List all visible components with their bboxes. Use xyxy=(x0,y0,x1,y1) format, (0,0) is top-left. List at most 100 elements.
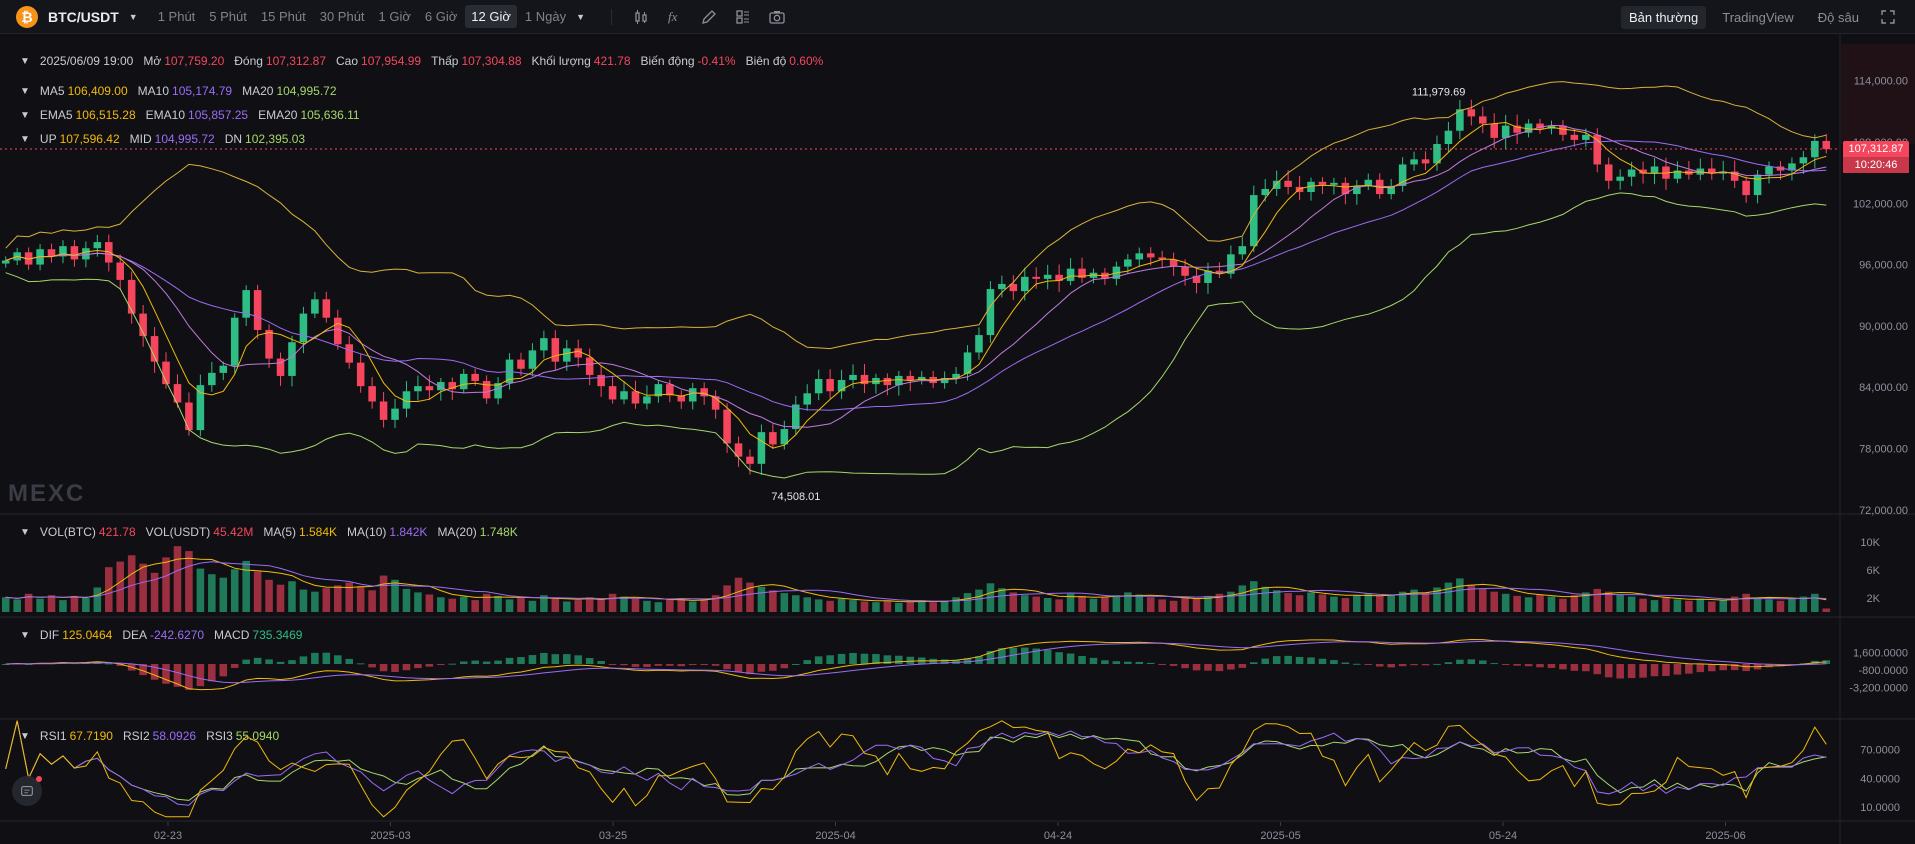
volume-bar xyxy=(998,588,1006,612)
fullscreen-icon[interactable] xyxy=(1879,8,1897,26)
volume-bar xyxy=(1284,593,1292,612)
volume-bar xyxy=(13,599,21,612)
macd-tick-label: -800.0000 xyxy=(1858,665,1908,677)
macd-histogram-bar xyxy=(448,663,457,665)
volume-tick-label: 10K xyxy=(1860,537,1880,549)
candle-body xyxy=(1593,134,1602,165)
macd-histogram-bar xyxy=(826,655,834,664)
chevron-down-icon[interactable]: ▼ xyxy=(129,12,138,22)
volume-bar xyxy=(322,588,331,612)
volume-bar xyxy=(505,599,514,612)
volume-bar xyxy=(1490,591,1499,612)
candle-body xyxy=(1616,176,1624,181)
macd-histogram-bar xyxy=(1742,664,1750,672)
candle-body xyxy=(1765,166,1773,175)
layout-grid-icon[interactable] xyxy=(734,8,752,26)
volume-bar xyxy=(723,585,731,612)
kline-chart[interactable]: 114,000.00108,000.00102,000.0096,000.009… xyxy=(0,34,1915,844)
interval-tab[interactable]: 6 Giờ xyxy=(419,5,463,28)
macd-histogram-bar xyxy=(1020,647,1029,664)
interval-tab[interactable]: 5 Phút xyxy=(203,5,253,28)
pair-selector-label[interactable]: BTC/USDT xyxy=(48,9,119,25)
macd-histogram-bar xyxy=(1066,653,1075,664)
macd-histogram-bar xyxy=(1238,664,1247,668)
macd-histogram-bar xyxy=(1307,657,1315,664)
macd-histogram-bar xyxy=(265,659,273,664)
macd-histogram-bar xyxy=(1318,658,1327,664)
volume-bar xyxy=(276,584,285,612)
macd-histogram-bar xyxy=(1398,664,1407,667)
volume-bar xyxy=(1330,596,1338,612)
macd-histogram-bar xyxy=(620,664,628,666)
volume-bar xyxy=(1249,581,1258,612)
tab-standard[interactable]: Bản thường xyxy=(1620,5,1707,29)
indicator-fx-icon[interactable]: fx xyxy=(666,8,684,26)
interval-tab[interactable]: 12 Giờ xyxy=(465,5,517,28)
macd-histogram-bar xyxy=(597,660,605,664)
candle-body xyxy=(540,338,548,351)
camera-icon[interactable] xyxy=(768,8,786,26)
volume-bar xyxy=(1707,601,1716,612)
draw-pen-icon[interactable] xyxy=(700,8,718,26)
candle-body xyxy=(975,335,983,353)
macd-histogram-bar xyxy=(895,655,903,664)
macd-histogram-bar xyxy=(791,663,800,665)
price-axis-highlight xyxy=(1841,44,1915,144)
volume-bar xyxy=(597,599,605,612)
macd-histogram-bar xyxy=(711,664,720,666)
candle-body xyxy=(391,408,399,420)
macd-histogram-bar xyxy=(1135,661,1144,664)
volume-bar xyxy=(1375,595,1384,612)
macd-histogram-bar xyxy=(540,652,548,664)
interval-tab[interactable]: 1 Giờ xyxy=(373,5,417,28)
candle-body xyxy=(230,317,239,366)
macd-histogram-bar xyxy=(585,658,594,664)
volume-bar xyxy=(574,600,583,612)
macd-histogram-bar xyxy=(1204,664,1212,671)
candle-body xyxy=(47,249,56,257)
volume-bar xyxy=(173,546,182,612)
macd-histogram-bar xyxy=(1101,660,1109,664)
volume-bar xyxy=(1639,598,1647,612)
tab-depth[interactable]: Độ sâu xyxy=(1810,6,1867,29)
volume-bar xyxy=(448,598,457,612)
macd-histogram-bar xyxy=(1364,664,1373,665)
macd-histogram-bar xyxy=(654,664,663,666)
candle-body xyxy=(1478,116,1487,124)
interval-tab[interactable]: 1 Phút xyxy=(152,5,202,28)
volume-tick-label: 6K xyxy=(1867,565,1881,577)
macd-histogram-bar xyxy=(391,664,399,672)
macd-histogram-bar xyxy=(1410,664,1418,666)
candle-body xyxy=(562,348,571,362)
boll-upper-line xyxy=(5,81,1827,350)
interval-tab[interactable]: 30 Phút xyxy=(314,5,371,28)
candle-body xyxy=(1799,157,1808,164)
volume-bar xyxy=(1169,600,1178,612)
volume-bar xyxy=(1158,599,1166,612)
interval-tab[interactable]: 1 Ngày xyxy=(519,5,572,28)
volume-bar xyxy=(1650,600,1659,612)
macd-histogram-bar xyxy=(574,655,583,664)
interval-tab[interactable]: 15 Phút xyxy=(255,5,312,28)
volume-bar xyxy=(517,598,525,612)
volume-bar xyxy=(356,586,365,612)
volume-bar xyxy=(471,600,479,612)
macd-histogram-bar xyxy=(356,663,365,665)
macd-histogram-bar xyxy=(860,653,869,664)
candle-type-icon[interactable] xyxy=(632,8,650,26)
macd-histogram-bar xyxy=(1524,664,1533,667)
volume-bar xyxy=(230,569,239,612)
candle-body xyxy=(1410,159,1418,165)
macd-histogram-bar xyxy=(253,657,262,664)
volume-bar xyxy=(975,589,983,612)
tab-tradingview[interactable]: TradingView xyxy=(1714,6,1802,29)
price-tick-label: 72,000.00 xyxy=(1859,505,1908,517)
volume-bar xyxy=(1318,594,1327,612)
volume-bar xyxy=(1685,600,1693,612)
macd-histogram-bar xyxy=(1444,662,1453,664)
ma5-line xyxy=(5,121,1827,449)
interval-more-chevron-icon[interactable]: ▼ xyxy=(576,12,585,22)
macd-histogram-bar xyxy=(1570,664,1579,671)
candle-body xyxy=(356,362,365,387)
candle-body xyxy=(482,381,491,399)
